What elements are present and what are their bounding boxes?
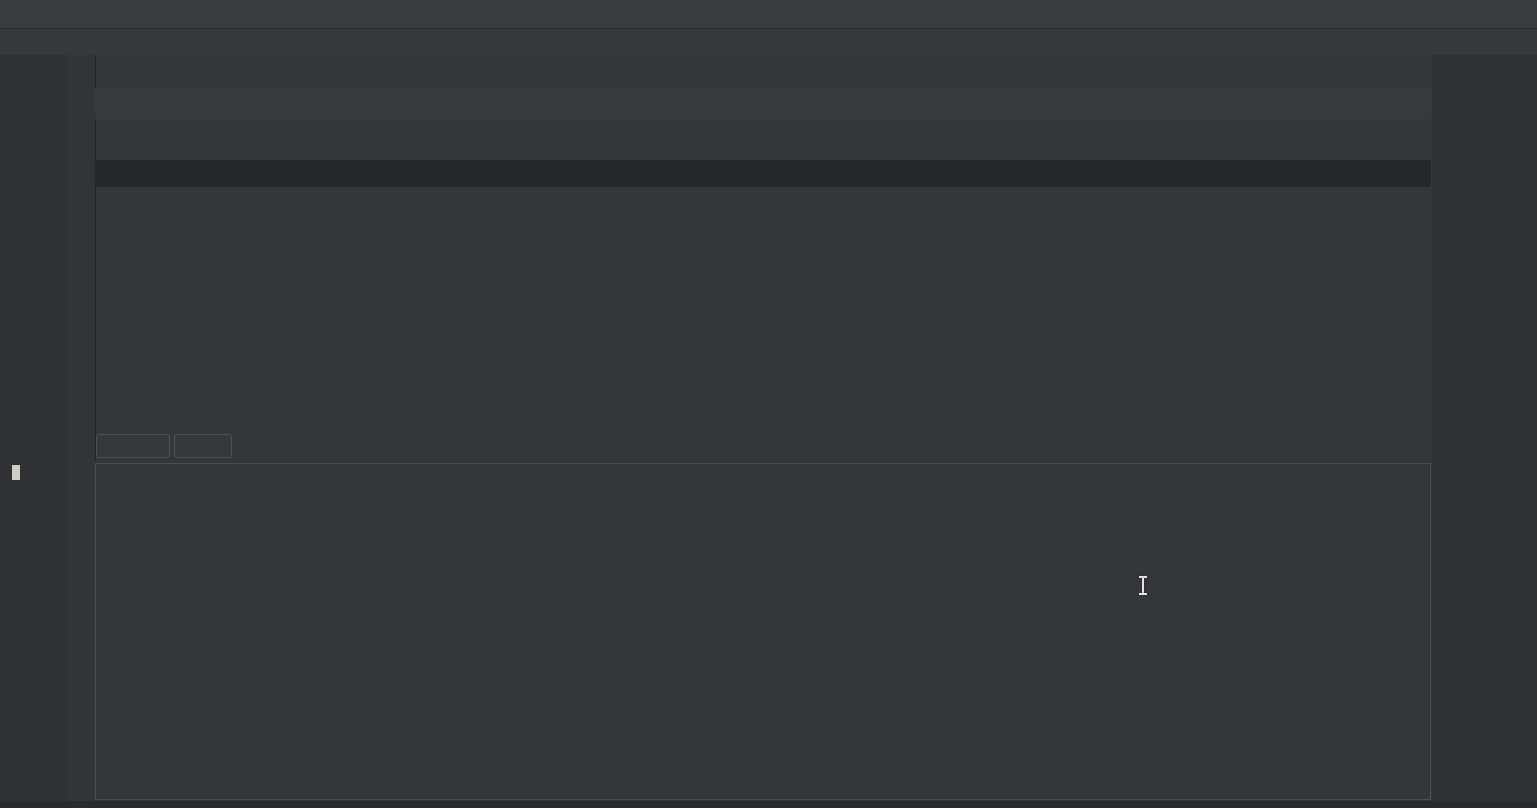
mouse-ibeam-cursor — [1137, 576, 1149, 595]
terminal-screen[interactable] — [0, 55, 1537, 808]
terminal-window — [0, 0, 1537, 808]
titlebar[interactable] — [0, 0, 1537, 29]
prompt-line-neofetch — [4, 57, 12, 74]
prompt-line-current — [4, 465, 20, 483]
terminal-cursor — [12, 465, 20, 480]
terminal-output — [0, 55, 1537, 808]
menubar — [0, 29, 1537, 55]
